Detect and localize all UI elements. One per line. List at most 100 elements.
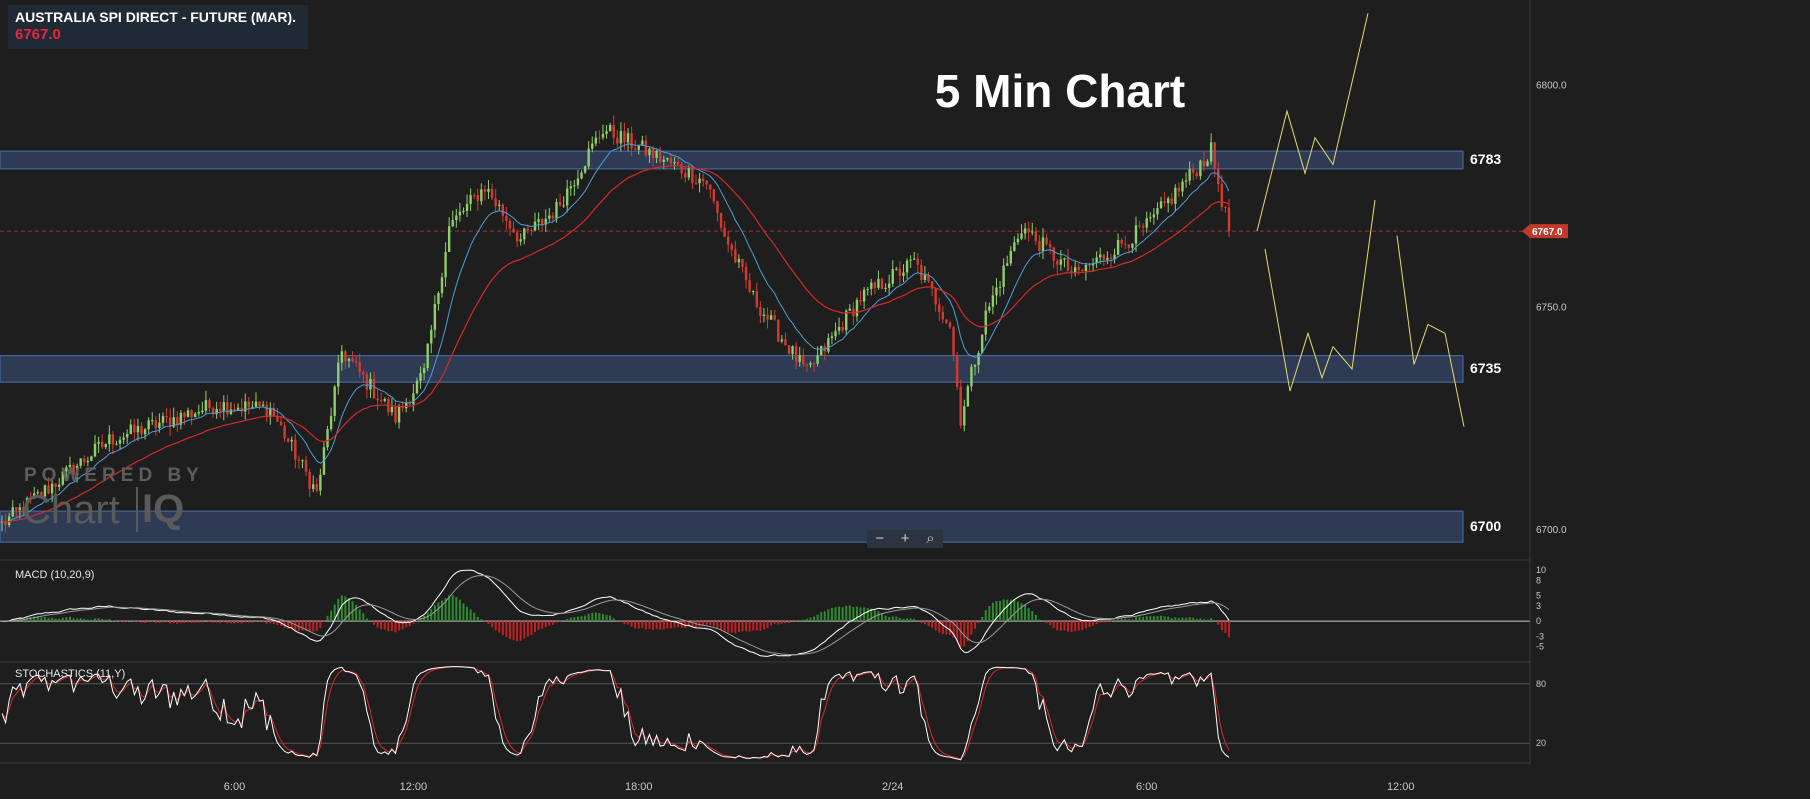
zoom-in-button[interactable]: +: [901, 530, 910, 548]
candle-body: [126, 433, 129, 438]
candle-body: [605, 131, 608, 134]
candle-body: [333, 386, 336, 416]
candle-body: [551, 215, 555, 219]
candle-body: [351, 358, 354, 362]
candle-body: [787, 345, 791, 354]
candle-body: [1209, 142, 1213, 162]
candle-body: [1120, 239, 1123, 244]
candle-body: [580, 172, 583, 179]
candle-body: [97, 441, 100, 444]
candle-body: [365, 374, 369, 390]
candle-body: [837, 326, 841, 331]
candle-body: [476, 195, 479, 202]
candle-body: [512, 228, 515, 233]
candle-body: [827, 338, 830, 352]
stoch-tick-label: 80: [1536, 679, 1546, 689]
candle-body: [655, 150, 658, 158]
candle-body: [626, 133, 630, 143]
candle-body: [494, 198, 497, 206]
candle-body: [752, 290, 755, 292]
candle-body: [676, 162, 680, 165]
candle-body: [1141, 226, 1145, 228]
candle-body: [970, 366, 973, 387]
candle-body: [855, 300, 859, 317]
candle-body: [197, 412, 200, 414]
candle-body: [698, 178, 701, 184]
candle-body: [673, 162, 676, 164]
candle-body: [537, 219, 540, 222]
candle-body: [1159, 201, 1163, 209]
price-tag-label: 6767.0: [1532, 227, 1563, 238]
candle-body: [1166, 198, 1170, 204]
candle-body: [859, 300, 862, 302]
candle-body: [619, 131, 623, 144]
candle-body: [1124, 243, 1127, 245]
candle-body: [301, 460, 304, 462]
candle-body: [251, 406, 254, 408]
candle-body: [898, 268, 902, 276]
candle-body: [1206, 161, 1209, 167]
candle-body: [780, 339, 784, 342]
candle-body: [737, 258, 741, 263]
candle-body: [1188, 169, 1191, 181]
candle-body: [705, 181, 708, 185]
candle-body: [465, 203, 469, 211]
candle-body: [362, 372, 365, 375]
macd-tick-label: -5: [1536, 642, 1544, 652]
candle-body: [748, 280, 751, 292]
candle-body: [895, 268, 898, 270]
zoom-out-button[interactable]: −: [875, 530, 884, 548]
candle-body: [279, 421, 283, 426]
candle-body: [569, 186, 572, 189]
candle-body: [433, 304, 437, 330]
candle-body: [791, 346, 794, 354]
price-tick-label: 6800.0: [1536, 80, 1567, 91]
candle-body: [397, 406, 401, 423]
candle-body: [977, 352, 980, 365]
candle-body: [462, 210, 465, 212]
candle-body: [523, 228, 526, 240]
candle-body: [998, 286, 1002, 288]
candle-body: [884, 287, 887, 289]
candle-body: [587, 148, 590, 167]
candle-body: [326, 429, 329, 448]
projection-path: [1396, 235, 1465, 427]
candle-body: [877, 279, 880, 288]
candle-body: [1066, 258, 1070, 271]
candle-body: [734, 249, 737, 263]
candle-body: [648, 148, 651, 156]
candle-body: [472, 195, 476, 197]
candle-body: [991, 295, 995, 307]
candle-body: [1156, 208, 1159, 215]
candle-body: [562, 205, 565, 207]
candle-body: [945, 319, 948, 323]
magnifier-icon[interactable]: ⌕: [926, 530, 934, 548]
candle-body: [86, 460, 90, 463]
instrument-name: AUSTRALIA SPI DIRECT - FUTURE (MAR).: [15, 9, 297, 25]
candle-body: [1048, 244, 1052, 248]
candle-body: [1199, 160, 1202, 177]
candle-body: [773, 315, 776, 320]
candle-body: [1170, 198, 1173, 204]
candle-body: [995, 287, 998, 296]
candle-body: [372, 378, 376, 399]
candle-body: [644, 140, 648, 156]
candle-body: [458, 211, 462, 216]
candle-body: [1127, 244, 1131, 248]
candle-body: [887, 283, 891, 288]
candle-body: [505, 215, 508, 221]
candle-body: [633, 148, 637, 150]
candle-body: [104, 444, 107, 448]
stochastics-title: STOCHASTICS (11,Y): [15, 668, 126, 680]
candle-body: [691, 168, 694, 184]
candle-body: [1149, 217, 1152, 219]
candle-body: [941, 311, 945, 320]
candle-body: [208, 400, 211, 409]
candle-body: [608, 124, 612, 132]
macd-tick-label: 3: [1536, 601, 1541, 611]
candle-body: [1023, 228, 1027, 234]
candle-body: [841, 326, 844, 331]
candle-body: [616, 137, 619, 144]
candle-body: [741, 258, 744, 267]
candle-body: [319, 474, 322, 491]
